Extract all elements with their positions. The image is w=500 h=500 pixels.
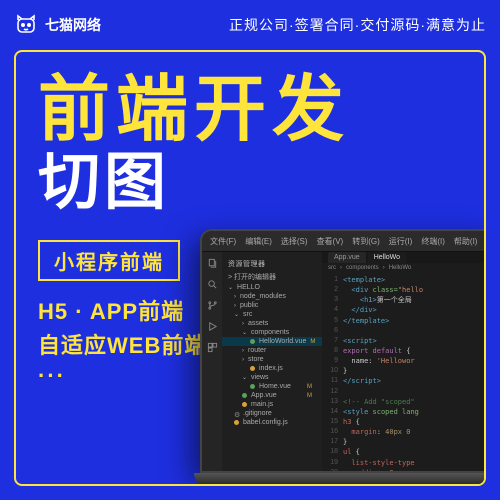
menu-item[interactable]: 查看(V) [317, 236, 344, 247]
laptop-base [194, 473, 486, 486]
tree-folder[interactable]: ⌄components [222, 328, 322, 337]
line-numbers: 1234567891011121314151617181920 [322, 273, 341, 471]
header: 七猫网络 正规公司·签署合同·交付源码·满意为止 [0, 0, 500, 50]
crumb-item[interactable]: components [346, 265, 379, 271]
editor-window: 文件(F) 编辑(E) 选择(S) 查看(V) 转到(G) 运行(I) 终端(I… [200, 229, 486, 473]
breadcrumb: src› components› HelloWo [322, 263, 486, 273]
vue-icon [242, 393, 247, 398]
chevron-right-icon: › [234, 294, 236, 300]
extensions-icon[interactable] [207, 342, 218, 353]
menu-item[interactable]: 选择(S) [281, 236, 308, 247]
editor-menubar: 文件(F) 编辑(E) 选择(S) 查看(V) 转到(G) 运行(I) 终端(I… [202, 231, 486, 252]
main-card: 前端开发 切图 小程序前端 H5 · APP前端 自适应WEB前端 ··· 文件… [14, 50, 486, 486]
js-icon [234, 420, 239, 425]
tree-folder[interactable]: ›store [222, 355, 322, 364]
tree-file[interactable]: main.js [222, 400, 322, 409]
tree-file[interactable]: ⚙.gitignore [222, 409, 322, 418]
tree-folder[interactable]: ⌄views [222, 373, 322, 382]
title-main: 前端开发 [38, 74, 484, 146]
modified-badge: M [310, 339, 319, 345]
modified-badge: M [307, 393, 316, 399]
chevron-right-icon: › [242, 321, 244, 327]
cat-icon [14, 13, 38, 37]
tree-folder[interactable]: ⌄src [222, 310, 322, 319]
tree-file-active[interactable]: HelloWorld.vueM [222, 337, 322, 346]
tree-file[interactable]: Home.vueM [222, 382, 322, 391]
tree-file[interactable]: App.vueM [222, 391, 322, 400]
crumb-item[interactable]: HelloWo [389, 265, 412, 271]
brand-name: 七猫网络 [45, 15, 101, 35]
badge-miniprogram: 小程序前端 [38, 240, 180, 281]
poster: 七猫网络 正规公司·签署合同·交付源码·满意为止 前端开发 切图 小程序前端 H… [0, 0, 500, 500]
code-content[interactable]: <template> <div class="hello <h1>第一个全局 <… [341, 273, 423, 471]
project-root[interactable]: ⌄HELLO [222, 283, 322, 292]
chevron-down-icon: ⌄ [234, 311, 239, 318]
explorer-sidebar: 资源管理器 > 打开的编辑器 ⌄HELLO ›node_modules ›pub… [222, 252, 322, 471]
open-editors[interactable]: > 打开的编辑器 [222, 271, 322, 283]
crumb-item[interactable]: src [328, 265, 336, 271]
chevron-down-icon: ⌄ [242, 329, 247, 336]
tree-file[interactable]: index.js [222, 364, 322, 373]
branch-icon[interactable] [207, 300, 218, 311]
modified-badge: M [307, 384, 316, 390]
vue-icon [250, 339, 255, 344]
title-sub: 切图 [38, 152, 484, 214]
files-icon[interactable] [207, 258, 218, 269]
menu-item[interactable]: 终端(I) [421, 236, 445, 247]
chevron-right-icon: › [234, 303, 236, 309]
editor-tabs: App.vue HelloWo [322, 252, 486, 263]
tree-file[interactable]: babel.config.js [222, 418, 322, 427]
menu-item[interactable]: 编辑(E) [245, 236, 272, 247]
vue-icon [250, 384, 255, 389]
tagline: 正规公司·签署合同·交付源码·满意为止 [229, 15, 486, 35]
activity-bar [202, 252, 222, 471]
menu-item[interactable]: 帮助(I) [454, 236, 478, 247]
menu-item[interactable]: 运行(I) [389, 236, 413, 247]
chevron-right-icon: › [242, 348, 244, 354]
menu-item[interactable]: 文件(F) [210, 236, 236, 247]
tab-active[interactable]: HelloWo [368, 252, 406, 263]
search-icon[interactable] [207, 279, 218, 290]
tab[interactable]: App.vue [328, 252, 366, 263]
js-icon [242, 402, 247, 407]
chevron-down-icon: ⌄ [242, 374, 247, 381]
brand-logo: 七猫网络 [14, 13, 101, 37]
tree-folder[interactable]: ›node_modules [222, 292, 322, 301]
chevron-down-icon: ⌄ [228, 284, 233, 291]
editor-body: 资源管理器 > 打开的编辑器 ⌄HELLO ›node_modules ›pub… [202, 252, 486, 471]
menu-item[interactable]: 转到(G) [352, 236, 380, 247]
laptop-mockup: 文件(F) 编辑(E) 选择(S) 查看(V) 转到(G) 运行(I) 终端(I… [200, 229, 486, 486]
tree-folder[interactable]: ›assets [222, 319, 322, 328]
run-icon[interactable] [207, 321, 218, 332]
gear-icon: ⚙ [234, 411, 239, 416]
code-editor[interactable]: App.vue HelloWo src› components› HelloWo… [322, 252, 486, 471]
js-icon [250, 366, 255, 371]
chevron-right-icon: › [242, 357, 244, 363]
explorer-title: 资源管理器 [222, 257, 322, 271]
tree-folder[interactable]: ›router [222, 346, 322, 355]
tree-folder[interactable]: ›public [222, 301, 322, 310]
